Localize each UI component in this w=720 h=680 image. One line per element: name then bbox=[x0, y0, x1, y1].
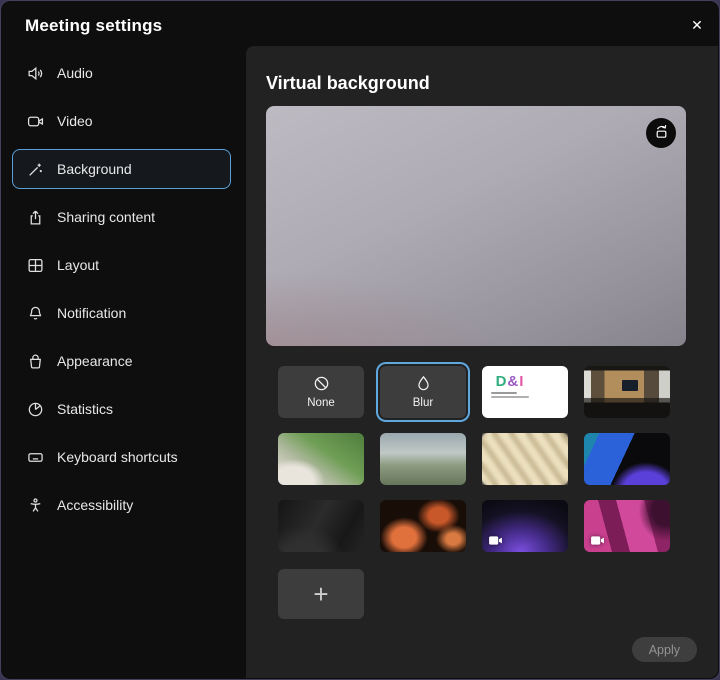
speaker-icon bbox=[26, 64, 44, 82]
flip-camera-button[interactable] bbox=[646, 118, 676, 148]
sidebar-item-notification[interactable]: Notification bbox=[12, 293, 231, 333]
settings-sidebar: Audio Video Background Sharing content L bbox=[1, 53, 246, 533]
close-button[interactable]: ✕ bbox=[685, 13, 709, 37]
flip-camera-icon bbox=[653, 123, 670, 143]
apply-button[interactable]: Apply bbox=[632, 637, 697, 662]
background-tile-abstract-blue[interactable] bbox=[584, 433, 670, 485]
dialog-title: Meeting settings bbox=[25, 16, 162, 36]
sidebar-item-audio[interactable]: Audio bbox=[12, 53, 231, 93]
video-camera-badge-icon bbox=[590, 535, 605, 546]
plus-icon: + bbox=[313, 579, 328, 609]
sidebar-item-label: Video bbox=[57, 113, 93, 129]
background-tile-window-light[interactable] bbox=[482, 433, 568, 485]
sidebar-item-label: Appearance bbox=[57, 353, 133, 369]
sidebar-item-layout[interactable]: Layout bbox=[12, 245, 231, 285]
background-tile-living-room[interactable] bbox=[278, 433, 364, 485]
background-tile-pink-abstract-video[interactable] bbox=[584, 500, 670, 552]
sidebar-item-label: Audio bbox=[57, 65, 93, 81]
magic-wand-icon bbox=[26, 160, 44, 178]
pie-chart-icon bbox=[26, 400, 44, 418]
sidebar-item-keyboard-shortcuts[interactable]: Keyboard shortcuts bbox=[12, 437, 231, 477]
background-tile-blur[interactable]: Blur bbox=[380, 366, 466, 418]
share-icon bbox=[26, 208, 44, 226]
paint-bucket-icon bbox=[26, 352, 44, 370]
camera-preview bbox=[266, 106, 686, 346]
sidebar-item-label: Background bbox=[57, 161, 132, 177]
dei-tagline-line bbox=[491, 392, 517, 394]
background-tile-purple-glow-video[interactable] bbox=[482, 500, 568, 552]
bell-icon bbox=[26, 304, 44, 322]
dei-tagline-line bbox=[491, 396, 529, 398]
sidebar-item-label: Statistics bbox=[57, 401, 113, 417]
water-drop-icon bbox=[415, 375, 432, 395]
panel-title: Virtual background bbox=[266, 73, 430, 94]
sidebar-item-label: Layout bbox=[57, 257, 99, 273]
add-background-button[interactable]: + bbox=[278, 569, 364, 619]
sidebar-item-statistics[interactable]: Statistics bbox=[12, 389, 231, 429]
background-tile-mountains-blur[interactable] bbox=[380, 433, 466, 485]
sidebar-item-video[interactable]: Video bbox=[12, 101, 231, 141]
background-tile-dark-waves[interactable] bbox=[278, 500, 364, 552]
virtual-background-panel: Virtual background None bbox=[246, 46, 718, 678]
background-tile-none[interactable]: None bbox=[278, 366, 364, 418]
sidebar-item-sharing-content[interactable]: Sharing content bbox=[12, 197, 231, 237]
sidebar-item-label: Keyboard shortcuts bbox=[57, 449, 178, 465]
sidebar-item-background[interactable]: Background bbox=[12, 149, 231, 189]
video-camera-badge-icon bbox=[488, 535, 503, 546]
sidebar-item-accessibility[interactable]: Accessibility bbox=[12, 485, 231, 525]
accessibility-icon bbox=[26, 496, 44, 514]
meeting-settings-dialog: Meeting settings ✕ Audio Video Backgroun… bbox=[0, 0, 720, 680]
sidebar-item-appearance[interactable]: Appearance bbox=[12, 341, 231, 381]
tile-label-none: None bbox=[307, 397, 335, 409]
background-tile-office[interactable] bbox=[584, 366, 670, 418]
sidebar-item-label: Accessibility bbox=[57, 497, 133, 513]
background-tile-lava-orange[interactable] bbox=[380, 500, 466, 552]
dei-logo-text: D&I bbox=[496, 373, 525, 390]
circle-slash-icon bbox=[313, 375, 330, 395]
sidebar-item-label: Sharing content bbox=[57, 209, 155, 225]
video-camera-icon bbox=[26, 112, 44, 130]
keyboard-icon bbox=[26, 448, 44, 466]
layout-grid-icon bbox=[26, 256, 44, 274]
sidebar-item-label: Notification bbox=[57, 305, 126, 321]
background-options-grid: None Blur D&I bbox=[278, 366, 670, 552]
background-tile-dei-logo[interactable]: D&I bbox=[482, 366, 568, 418]
tile-label-blur: Blur bbox=[413, 397, 433, 409]
